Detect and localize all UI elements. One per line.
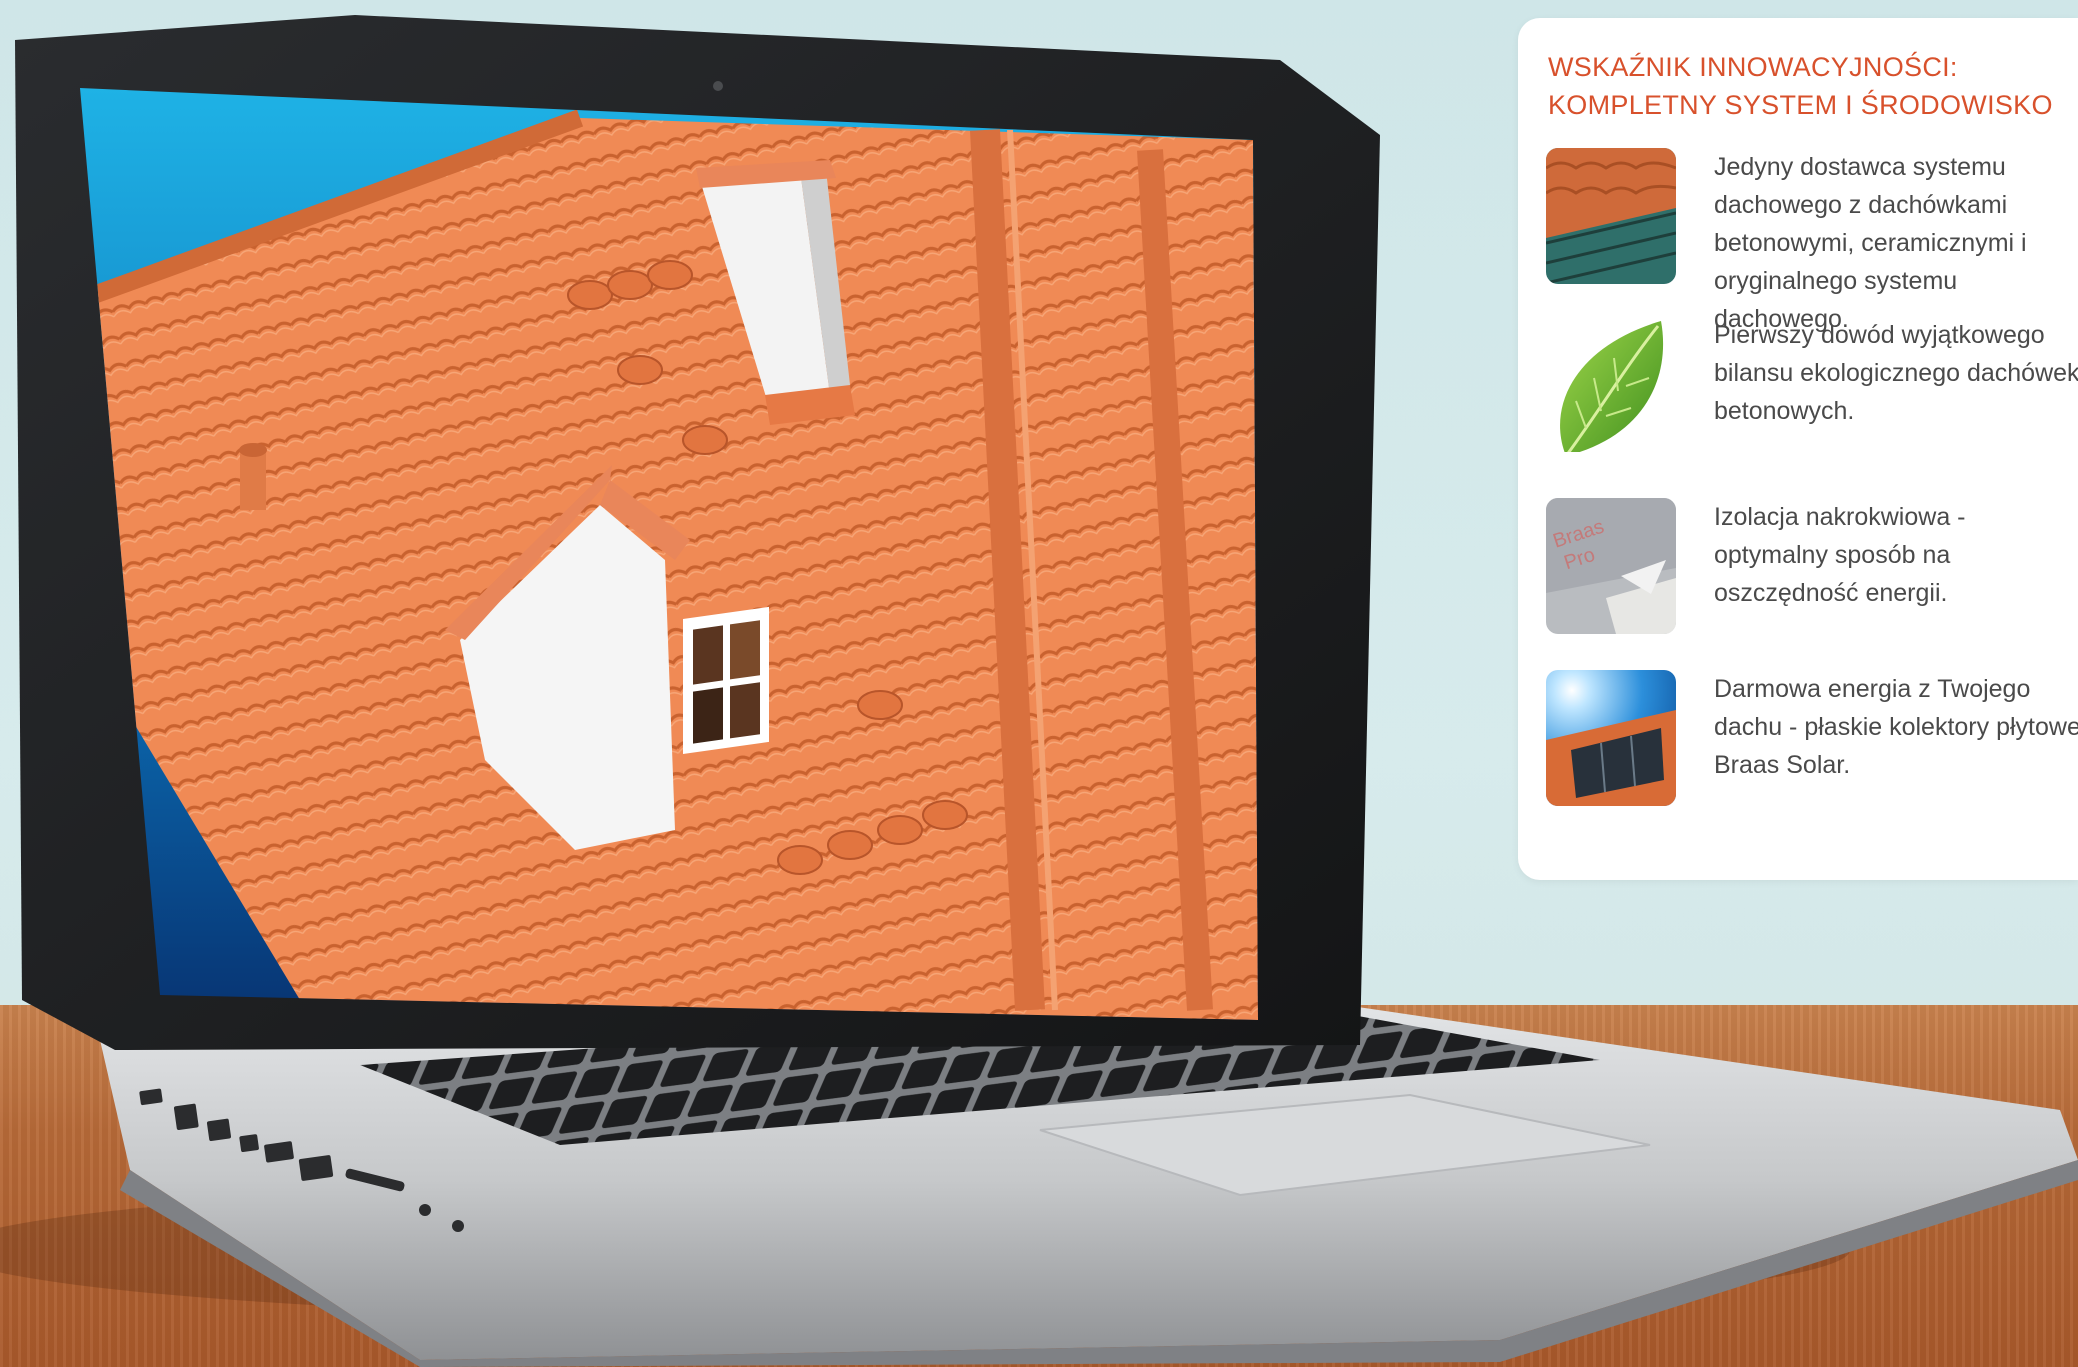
solar-collector-icon: [1546, 670, 1676, 806]
feature-text-roof-system: Jedyny dostawca systemu dachowego z dach…: [1714, 153, 2027, 333]
feature-text-insulation: Izolacja nakrokwiowa - optymalny sposób …: [1714, 503, 1966, 607]
card-title: WSKAŹNIK INNOWACYJNOŚCI: KOMPLETNY SYSTE…: [1548, 48, 2068, 124]
roof-system-icon: [1546, 148, 1676, 284]
innovation-info-card: WSKAŹNIK INNOWACYJNOŚCI: KOMPLETNY SYSTE…: [1518, 18, 2078, 880]
card-title-line1: WSKAŹNIK INNOWACYJNOŚCI:: [1548, 52, 1958, 82]
screen-roof-image: [80, 88, 1258, 1020]
feature-text-solar: Darmowa energia z Twojego dachu - płaski…: [1714, 675, 2078, 779]
camera: [713, 81, 723, 91]
green-leaf-icon: [1546, 316, 1676, 452]
insulation-board-icon: Braas Pro: [1546, 498, 1676, 634]
feature-text-ecology: Pierwszy dowód wyjątkowego bilansu ekolo…: [1714, 321, 2078, 425]
card-title-line2: KOMPLETNY SYSTEM I ŚRODOWISKO: [1548, 90, 2053, 120]
